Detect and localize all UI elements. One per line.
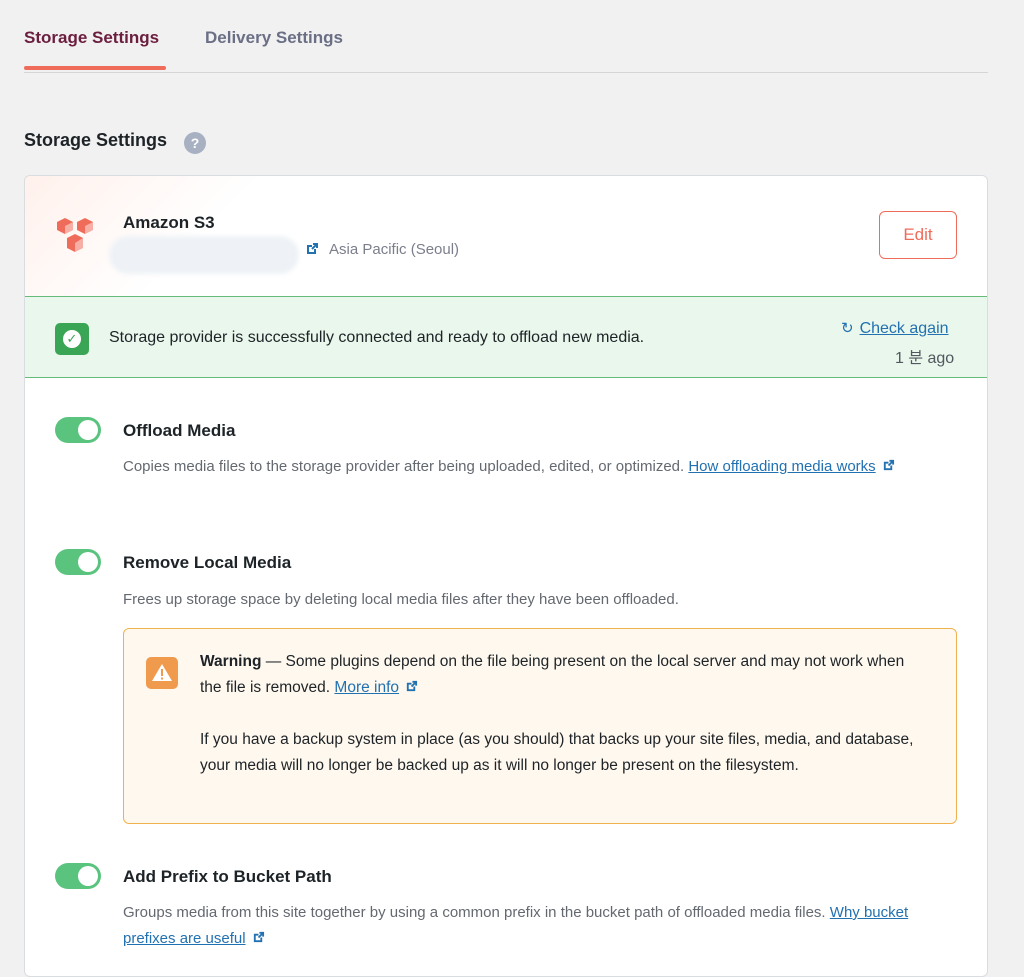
offload-media-toggle[interactable] <box>55 417 101 443</box>
warning-icon <box>146 657 178 689</box>
section-title: Storage Settings <box>24 130 168 150</box>
settings-tabs: Storage Settings Delivery Settings <box>24 0 988 73</box>
external-link-icon[interactable] <box>882 459 895 472</box>
how-offloading-works-link[interactable]: How offloading media works <box>688 458 875 475</box>
external-link-icon[interactable] <box>252 931 265 944</box>
provider-name: Amazon S3 <box>123 213 215 232</box>
active-tab-indicator <box>24 66 166 70</box>
more-info-link[interactable]: More info <box>334 679 399 696</box>
amazon-s3-icon <box>57 218 93 252</box>
remove-local-media-description: Frees up storage space by deleting local… <box>123 591 679 608</box>
check-again-link[interactable]: Check again <box>860 320 949 337</box>
warning-text: Warning — Some plugins depend on the fil… <box>200 649 920 779</box>
status-message: Storage provider is successfully connect… <box>109 329 645 346</box>
remove-local-media-title: Remove Local Media <box>123 553 292 572</box>
refresh-icon: ↻ <box>841 320 854 337</box>
add-prefix-toggle[interactable] <box>55 863 101 889</box>
warning-label: Warning <box>200 653 262 670</box>
offload-media-title: Offload Media <box>123 421 236 440</box>
provider-region: Asia Pacific (Seoul) <box>329 241 460 258</box>
warning-box: Warning — Some plugins depend on the fil… <box>123 628 957 824</box>
offload-media-description: Copies media files to the storage provid… <box>123 454 933 480</box>
external-link-icon[interactable] <box>305 242 319 256</box>
storage-settings-panel: Amazon S3 Asia Pacific (Seoul) Edit ✓ St… <box>24 175 988 977</box>
add-prefix-description: Groups media from this site together by … <box>123 904 909 947</box>
bucket-name-redacted <box>109 236 299 274</box>
tab-delivery-settings[interactable]: Delivery Settings <box>205 28 343 48</box>
edit-button[interactable]: Edit <box>879 211 957 259</box>
last-checked-time: 1 분 ago <box>895 350 955 367</box>
provider-row: Amazon S3 Asia Pacific (Seoul) Edit <box>25 176 987 296</box>
warning-backup-paragraph: If you have a backup system in place (as… <box>200 731 914 774</box>
add-prefix-title: Add Prefix to Bucket Path <box>123 867 332 886</box>
help-icon[interactable]: ? <box>184 132 206 154</box>
external-link-icon[interactable] <box>405 680 418 693</box>
success-check-icon: ✓ <box>55 323 89 355</box>
tab-storage-settings[interactable]: Storage Settings <box>24 28 159 48</box>
remove-local-media-toggle[interactable] <box>55 549 101 575</box>
check-again-link-wrapper: ↻ Check again <box>841 319 949 338</box>
